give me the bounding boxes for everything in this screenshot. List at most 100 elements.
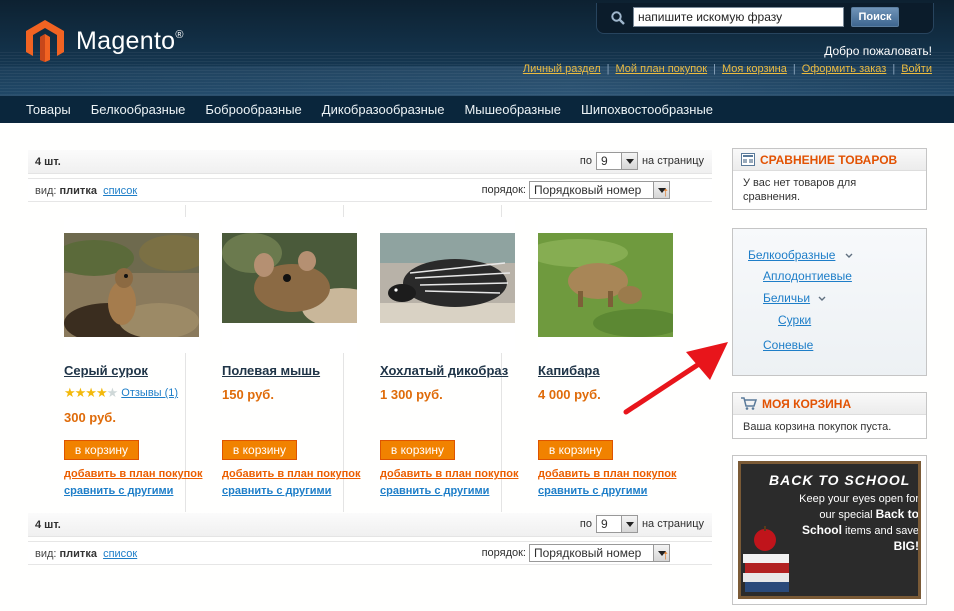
item-count: 4 шт. — [35, 156, 61, 168]
add-to-wishlist-link[interactable]: добавить в план покупок — [380, 468, 518, 480]
top-links: Личный раздел | Мой план покупок | Моя кор… — [522, 63, 932, 75]
product-name[interactable]: Хохлатый дикобраз — [380, 363, 508, 378]
porcupine-image — [380, 233, 515, 323]
order-select[interactable]: Порядковый номер — [529, 181, 670, 199]
toolbar-bottom: 4 шт. по 9 на страницу — [28, 513, 712, 537]
cart-icon — [741, 397, 757, 410]
add-to-compare-link[interactable]: сравнить с другими — [64, 485, 173, 497]
search-input[interactable] — [633, 7, 844, 27]
product-price: 1 300 руб. — [380, 387, 443, 402]
product-rating: ★★★★★ Отзывы (1) — [64, 385, 178, 401]
apple-books-icon — [743, 526, 789, 592]
compare-empty-text: У вас нет товаров для сравнения. — [743, 177, 857, 203]
chevron-down-icon[interactable] — [845, 252, 853, 260]
logo-text: Magento — [76, 26, 176, 55]
product-image[interactable] — [222, 217, 357, 353]
product-item: Серый сурок ★★★★★ Отзывы (1) 300 руб. в … — [28, 205, 202, 512]
nav-item-sciuromorpha[interactable]: Белкообразные — [91, 102, 186, 117]
search-icon — [611, 11, 625, 25]
add-to-cart-button[interactable]: в корзину — [538, 440, 613, 460]
main-nav: Товары Белкообразные Боброобразные Дикоб… — [0, 95, 954, 123]
product-price: 4 000 руб. — [538, 387, 601, 402]
product-image[interactable] — [380, 217, 515, 353]
per-page-value: 9 — [600, 154, 608, 168]
compare-icon — [741, 153, 755, 166]
view-list-link[interactable]: список — [103, 548, 137, 560]
product-name[interactable]: Полевая мышь — [222, 363, 320, 378]
per-page-suffix: на страницу — [641, 155, 704, 167]
nav-item-myomorpha[interactable]: Мышеобразные — [464, 102, 561, 117]
order-value: Порядковый номер — [534, 546, 642, 560]
mouse-image — [222, 233, 357, 323]
product-price: 150 руб. — [222, 387, 274, 402]
reviews-link[interactable]: Отзывы (1) — [121, 387, 178, 399]
link-login[interactable]: Войти — [901, 63, 932, 75]
product-name[interactable]: Капибара — [538, 363, 600, 378]
tree-item-marmots[interactable]: Сурки — [778, 313, 811, 327]
tree-item-gliridae[interactable]: Соневые — [763, 338, 813, 352]
nav-item-castorimorpha[interactable]: Боброобразные — [205, 102, 301, 117]
sort-direction-icon[interactable]: ↑ — [663, 547, 670, 562]
nav-item-anomaluromorpha[interactable]: Шипохвостообразные — [581, 102, 713, 117]
tree-item-sciuromorpha[interactable]: Белкообразные — [748, 248, 835, 262]
cart-empty-text: Ваша корзина покупок пуста. — [743, 421, 892, 433]
per-page-select[interactable]: 9 — [595, 152, 638, 170]
add-to-wishlist-link[interactable]: добавить в план покупок — [64, 468, 202, 480]
per-page-suffix: на страницу — [641, 518, 704, 530]
sort-direction-icon[interactable]: ↑ — [663, 184, 670, 199]
back-to-school-banner[interactable]: BACK TO SCHOOL Keep your eyes open for o… — [732, 455, 927, 605]
marmot-image — [64, 233, 199, 337]
product-image[interactable] — [538, 217, 673, 353]
site-header: Magento® Поиск Добро пожаловать! Личный … — [0, 0, 954, 95]
chevron-down-icon — [620, 516, 637, 532]
banner-headline: BACK TO SCHOOL — [769, 472, 911, 488]
cart-title: МОЯ КОРЗИНА — [762, 396, 852, 411]
cart-block: МОЯ КОРЗИНА Ваша корзина покупок пуста. — [732, 392, 927, 439]
product-name[interactable]: Серый сурок — [64, 363, 148, 378]
sub-toolbar-bottom: вид: плитка список порядок: Порядковый н… — [28, 541, 712, 565]
add-to-cart-button[interactable]: в корзину — [64, 440, 139, 460]
toolbar-top: 4 шт. по 9 на страницу — [28, 150, 712, 174]
view-grid: плитка — [59, 548, 97, 560]
chevron-down-icon — [620, 153, 637, 169]
magento-logo[interactable]: Magento® — [26, 20, 184, 62]
nav-item-products[interactable]: Товары — [26, 102, 71, 117]
compare-block: СРАВНЕНИЕ ТОВАРОВ У вас нет товаров для … — [732, 148, 927, 210]
link-account[interactable]: Личный раздел — [523, 63, 601, 75]
per-page-prefix: по — [579, 518, 592, 530]
tree-item-sciuridae[interactable]: Беличьи — [763, 291, 810, 305]
per-page-value: 9 — [600, 517, 608, 531]
compare-title: СРАВНЕНИЕ ТОВАРОВ — [760, 152, 898, 167]
link-wishlist[interactable]: Мой план покупок — [615, 63, 707, 75]
add-to-compare-link[interactable]: сравнить с другими — [538, 485, 647, 497]
nav-item-hystricomorpha[interactable]: Дикобразообразные — [322, 102, 445, 117]
logo-registered: ® — [175, 28, 184, 41]
view-grid: плитка — [59, 185, 97, 197]
category-tree: Белкообразные Аплодонтиевые Беличьи Сурк… — [732, 228, 927, 376]
link-checkout[interactable]: Оформить заказ — [802, 63, 887, 75]
welcome-message: Добро пожаловать! — [824, 44, 932, 58]
item-count: 4 шт. — [35, 519, 61, 531]
add-to-compare-link[interactable]: сравнить с другими — [222, 485, 331, 497]
per-page-prefix: по — [579, 155, 592, 167]
view-list-link[interactable]: список — [103, 185, 137, 197]
per-page-select[interactable]: 9 — [595, 515, 638, 533]
order-label: порядок: — [481, 547, 526, 559]
chevron-down-icon[interactable] — [818, 295, 826, 303]
order-value: Порядковый номер — [534, 183, 642, 197]
add-to-cart-button[interactable]: в корзину — [380, 440, 455, 460]
search-box: Поиск — [596, 3, 934, 34]
order-select[interactable]: Порядковый номер — [529, 544, 670, 562]
product-item: Хохлатый дикобраз 1 300 руб. в корзину д… — [344, 205, 518, 512]
tree-item-aplodontiidae[interactable]: Аплодонтиевые — [763, 269, 852, 283]
product-grid: Серый сурок ★★★★★ Отзывы (1) 300 руб. в … — [28, 205, 712, 512]
link-cart[interactable]: Моя корзина — [722, 63, 787, 75]
add-to-compare-link[interactable]: сравнить с другими — [380, 485, 489, 497]
banner-copy: Keep your eyes open for our special Back… — [799, 493, 919, 553]
sub-toolbar-top: вид: плитка список порядок: Порядковый н… — [28, 178, 712, 202]
add-to-wishlist-link[interactable]: добавить в план покупок — [222, 468, 360, 480]
search-button[interactable]: Поиск — [851, 7, 899, 27]
add-to-wishlist-link[interactable]: добавить в план покупок — [538, 468, 676, 480]
add-to-cart-button[interactable]: в корзину — [222, 440, 297, 460]
product-image[interactable] — [64, 217, 199, 353]
